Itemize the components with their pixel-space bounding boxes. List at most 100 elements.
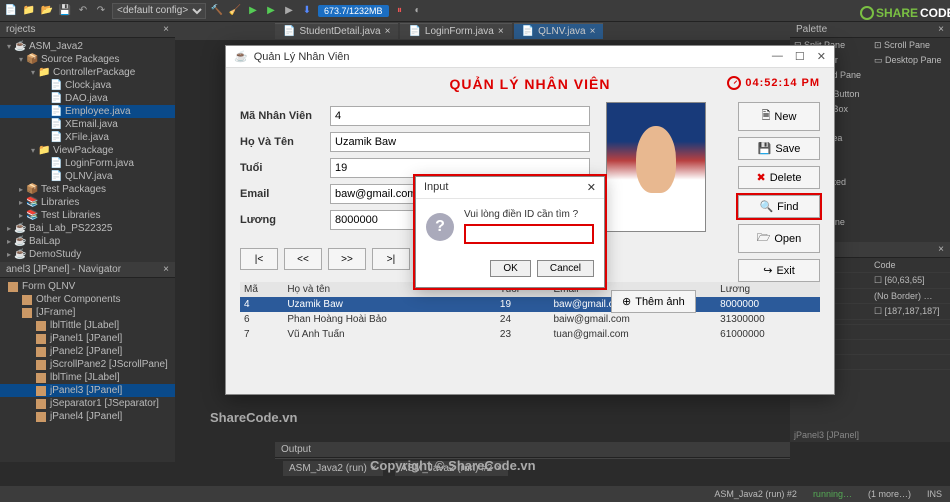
tree-item[interactable]: ▸☕BaiLap <box>0 235 175 248</box>
modal-titlebar[interactable]: Input ✕ <box>416 177 604 199</box>
new-file-icon[interactable]: 📄 <box>4 4 18 18</box>
tree-item[interactable]: ▸☕DemoStudy <box>0 248 175 261</box>
input-id[interactable] <box>330 106 590 126</box>
tree-item[interactable]: ▸☕Bai_Lab_PS22325 <box>0 222 175 235</box>
minimize-icon[interactable]: — <box>772 50 783 63</box>
tree-item[interactable]: 📄LoginForm.java <box>0 157 175 170</box>
main-toolbar: 📄 📁 📂 💾 ↶ ↷ <default config> 🔨 🧹 ▶ ▶ ▶ ⬇… <box>0 0 950 22</box>
palette-item[interactable] <box>870 175 950 200</box>
navigator-close-icon[interactable]: × <box>163 264 169 275</box>
palette-item[interactable] <box>870 160 950 175</box>
palette-item[interactable] <box>870 87 950 102</box>
ok-button[interactable]: OK <box>490 260 530 277</box>
pause-icon[interactable]: ⏸ <box>393 4 407 18</box>
table-row[interactable]: 7Vũ Anh Tuấn23tuan@gmail.com61000000 <box>240 327 820 342</box>
tree-item[interactable]: ▸📦Test Packages <box>0 183 175 196</box>
navigator-item[interactable]: Form QLNV <box>0 280 175 293</box>
open-button[interactable]: 🗁Open <box>738 224 820 253</box>
profile-icon[interactable]: ▶ <box>282 4 296 18</box>
new-project-icon[interactable]: 📁 <box>22 4 36 18</box>
projects-close-icon[interactable]: × <box>163 24 169 35</box>
status-running: running… <box>813 489 852 499</box>
palette-item[interactable] <box>870 215 950 230</box>
navigator-item[interactable]: [JFrame] <box>0 306 175 319</box>
editor-tab[interactable]: 📄QLNV.java× <box>514 23 604 39</box>
tree-item[interactable]: ▾📦Source Packages <box>0 53 175 66</box>
tree-item[interactable]: 📄XEmail.java <box>0 118 175 131</box>
cancel-button[interactable]: Cancel <box>537 260 594 277</box>
status-more[interactable]: (1 more…) <box>868 489 911 499</box>
open-icon[interactable]: 📂 <box>40 4 54 18</box>
props-tab-code[interactable]: Code <box>870 258 950 272</box>
next-button[interactable]: >> <box>328 248 366 270</box>
tree-item[interactable]: 📄QLNV.java <box>0 170 175 183</box>
navigator-item[interactable]: Other Components <box>0 293 175 306</box>
config-select[interactable]: <default config> <box>112 3 206 19</box>
navigator-item[interactable]: jScrollPane2 [JScrollPane] <box>0 358 175 371</box>
palette-item[interactable] <box>870 131 950 146</box>
properties-close-icon[interactable]: × <box>938 244 944 255</box>
save-icon: 💾 <box>758 142 772 155</box>
tree-item[interactable]: ▾☕ASM_Java2 <box>0 40 175 53</box>
navigator-item[interactable]: jPanel3 [JPanel] <box>0 384 175 397</box>
first-button[interactable]: |< <box>240 248 278 270</box>
misc-icon[interactable]: ◐ <box>411 4 425 18</box>
find-button[interactable]: 🔍Find <box>738 195 820 218</box>
dialog-titlebar[interactable]: ☕ Quản Lý Nhân Viên — ☐ ✕ <box>226 46 834 68</box>
tree-item[interactable]: ▸📚Test Libraries <box>0 209 175 222</box>
modal-input[interactable] <box>464 224 594 244</box>
table-row[interactable]: 4Uzamik Baw19baw@gmail.com8000000 <box>240 297 820 312</box>
last-button[interactable]: >| <box>372 248 410 270</box>
delete-button[interactable]: ✖Delete <box>738 166 820 189</box>
input-name[interactable] <box>330 132 590 152</box>
tree-item[interactable]: 📄XFile.java <box>0 131 175 144</box>
palette-item[interactable]: ▭ Desktop Pane <box>870 53 950 68</box>
navigator-item[interactable]: lblTittle [JLabel] <box>0 319 175 332</box>
tree-item[interactable]: 📄Clock.java <box>0 79 175 92</box>
debug-icon[interactable]: ▶ <box>264 4 278 18</box>
close-icon[interactable]: ✕ <box>817 50 826 63</box>
editor-tab[interactable]: 📄StudentDetail.java× <box>275 23 398 39</box>
palette-item[interactable] <box>870 102 950 117</box>
modal-close-icon[interactable]: ✕ <box>587 181 596 194</box>
table-header[interactable]: Mã <box>240 282 283 297</box>
palette-item[interactable]: ⊡ Scroll Pane <box>870 38 950 53</box>
memory-indicator[interactable]: 673.7/1232MB <box>318 5 389 17</box>
prev-button[interactable]: << <box>284 248 322 270</box>
step-icon[interactable]: ⬇ <box>300 4 314 18</box>
table-header[interactable]: Lương <box>716 282 820 297</box>
navigator-item[interactable]: jPanel1 [JPanel] <box>0 332 175 345</box>
new-button[interactable]: 🗎New <box>738 102 820 131</box>
table-row[interactable]: 6Phan Hoàng Hoài Bảo24baiw@gmail.com3130… <box>240 312 820 327</box>
maximize-icon[interactable]: ☐ <box>795 50 805 63</box>
run-icon[interactable]: ▶ <box>246 4 260 18</box>
palette-item[interactable] <box>870 200 950 215</box>
navigator-item[interactable]: jPanel2 [JPanel] <box>0 345 175 358</box>
exit-button[interactable]: ↪Exit <box>738 259 820 282</box>
palette-item[interactable] <box>870 146 950 160</box>
navigator-item[interactable]: jSeparator1 [JSeparator] <box>0 397 175 410</box>
undo-icon[interactable]: ↶ <box>76 4 90 18</box>
redo-icon[interactable]: ↷ <box>94 4 108 18</box>
save-all-icon[interactable]: 💾 <box>58 4 72 18</box>
navigator-item[interactable]: lblTime [JLabel] <box>0 371 175 384</box>
save-button[interactable]: 💾Save <box>738 137 820 160</box>
navigator-item[interactable]: jPanel4 [JPanel] <box>0 410 175 423</box>
palette-close-icon[interactable]: × <box>938 24 944 35</box>
hammer-icon[interactable]: 🔨 <box>210 4 224 18</box>
tree-item[interactable]: ▾📁ViewPackage <box>0 144 175 157</box>
clean-icon[interactable]: 🧹 <box>228 4 242 18</box>
editor-tab[interactable]: 📄LoginForm.java× <box>400 23 511 39</box>
tree-item[interactable]: 📄DAO.java <box>0 92 175 105</box>
add-photo-button[interactable]: ⊕ Thêm ảnh <box>611 290 696 313</box>
employee-photo <box>606 102 706 232</box>
projects-title-label: rojects <box>6 24 35 35</box>
palette-item[interactable] <box>870 68 950 83</box>
input-age[interactable] <box>330 158 590 178</box>
output-tab-1[interactable]: ASM_Java2 (run)× <box>283 461 383 476</box>
palette-item[interactable] <box>870 117 950 131</box>
tree-item[interactable]: ▾📁ControllerPackage <box>0 66 175 79</box>
tree-item[interactable]: ▸📚Libraries <box>0 196 175 209</box>
label-name: Họ Và Tên <box>240 136 320 148</box>
tree-item[interactable]: 📄Employee.java <box>0 105 175 118</box>
